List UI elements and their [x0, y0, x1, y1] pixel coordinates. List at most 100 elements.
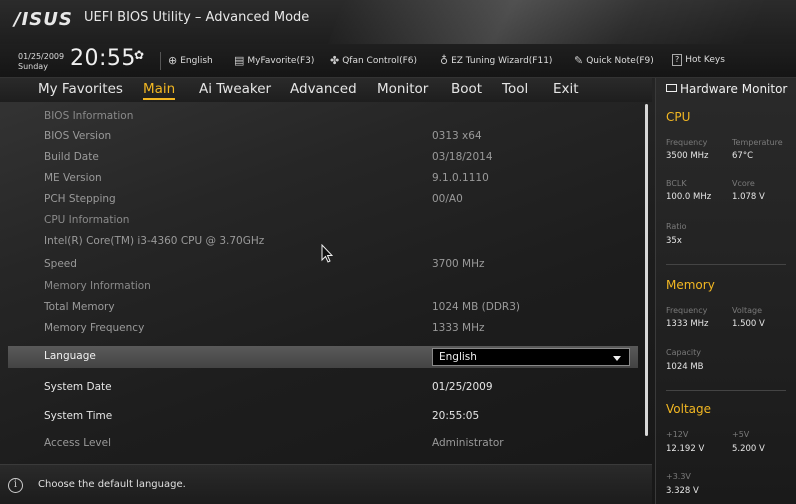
- qfan-control-button[interactable]: ✤ Qfan Control(F6): [330, 54, 417, 67]
- capacity-label: Capacity: [666, 348, 701, 357]
- cpu-frequency-value: 3500 MHz: [666, 151, 709, 161]
- info-row-pch-stepping: PCH Stepping 00/A0: [0, 189, 640, 211]
- system-date-field[interactable]: 01/25/2009: [432, 381, 493, 393]
- row-label: System Time: [44, 410, 113, 422]
- row-label: PCH Stepping: [44, 193, 116, 205]
- hot-keys-label: Hot Keys: [685, 55, 725, 65]
- row-label: Intel(R) Core(TM) i3-4360 CPU @ 3.70GHz: [44, 235, 265, 247]
- asus-logo: /ISUS: [14, 9, 73, 30]
- memory-voltage-value: 1.500 V: [732, 319, 765, 329]
- vcore-value: 1.078 V: [732, 192, 765, 202]
- row-label: BIOS Version: [44, 130, 112, 142]
- v33-label: +3.3V: [666, 472, 691, 481]
- system-time-field[interactable]: 20:55:05: [432, 410, 479, 422]
- voltage-section-title: Voltage: [666, 402, 712, 416]
- section-title: Memory Information: [44, 280, 151, 292]
- language-button[interactable]: ⊕ English: [168, 54, 213, 67]
- hardware-monitor-title: Hardware Monitor: [666, 82, 787, 96]
- section-header-bios: BIOS Information: [0, 106, 640, 128]
- cpu-frequency-label: Frequency: [666, 138, 708, 147]
- clock: 20:55: [70, 46, 136, 71]
- quick-note-label: Quick Note(F9): [586, 55, 654, 66]
- quick-note-button[interactable]: ✎ Quick Note(F9): [574, 54, 654, 67]
- note-icon: ✎: [574, 54, 584, 67]
- date-text: 01/25/2009: [18, 52, 65, 61]
- tab-exit[interactable]: Exit: [553, 81, 579, 97]
- myfavorite-button[interactable]: ▤ MyFavorite(F3): [234, 54, 314, 67]
- divider: [666, 264, 786, 265]
- hardware-monitor-panel: Hardware Monitor CPU Frequency Temperatu…: [655, 78, 796, 504]
- ez-tuning-wizard-button[interactable]: ♁ EZ Tuning Wizard(F11): [440, 54, 552, 67]
- info-row-access-level: Access Level Administrator: [0, 433, 640, 455]
- myfavorite-label: MyFavorite(F3): [247, 55, 315, 66]
- row-value: 00/A0: [432, 193, 463, 205]
- system-date-row[interactable]: System Date 01/25/2009: [0, 377, 640, 399]
- v5-label: +5V: [732, 430, 750, 439]
- divider: [160, 52, 161, 70]
- mouse-cursor-icon: [321, 244, 333, 263]
- bclk-value: 100.0 MHz: [666, 192, 712, 202]
- cpu-temperature-value: 67°C: [732, 151, 754, 161]
- info-row-total-memory: Total Memory 1024 MB (DDR3): [0, 297, 640, 319]
- row-label: Access Level: [44, 437, 111, 449]
- favorite-list-icon: ▤: [234, 54, 245, 67]
- tab-advanced[interactable]: Advanced: [290, 81, 357, 97]
- row-label: Build Date: [44, 151, 99, 163]
- v33-value: 3.328 V: [666, 486, 699, 496]
- memory-frequency-label: Frequency: [666, 306, 708, 315]
- title-bar: /ISUS UEFI BIOS Utility – Advanced Mode: [0, 0, 796, 44]
- info-row-memory-frequency: Memory Frequency 1333 MHz: [0, 318, 640, 340]
- keyboard-icon: ?: [672, 54, 683, 66]
- bios-window: /ISUS UEFI BIOS Utility – Advanced Mode …: [0, 0, 796, 504]
- info-row-cpu-name: Intel(R) Core(TM) i3-4360 CPU @ 3.70GHz: [0, 231, 640, 253]
- help-bar: i Choose the default language.: [0, 464, 652, 504]
- language-select[interactable]: English: [432, 348, 630, 366]
- bclk-label: BCLK: [666, 179, 687, 188]
- row-value: 0313 x64: [432, 130, 482, 142]
- section-header-memory: Memory Information: [0, 276, 640, 298]
- tab-ai-tweaker[interactable]: Ai Tweaker: [199, 81, 271, 97]
- divider: [666, 390, 786, 391]
- tab-boot[interactable]: Boot: [451, 81, 482, 97]
- ez-tuning-label: EZ Tuning Wizard(F11): [451, 55, 553, 66]
- vcore-label: Vcore: [732, 179, 755, 188]
- scrollbar[interactable]: [645, 104, 648, 436]
- info-row-me-version: ME Version 9.1.0.1110: [0, 168, 640, 190]
- memory-section-title: Memory: [666, 278, 715, 292]
- row-label: Language: [44, 350, 96, 362]
- language-select-value: English: [439, 351, 477, 363]
- tab-my-favorites[interactable]: My Favorites: [38, 81, 123, 97]
- app-title: UEFI BIOS Utility – Advanced Mode: [84, 10, 310, 25]
- v12-value: 12.192 V: [666, 444, 705, 454]
- hardware-monitor-label: Hardware Monitor: [680, 82, 788, 96]
- gear-icon[interactable]: ✿: [134, 48, 144, 62]
- info-bar: 01/25/2009 Sunday 20:55 ✿ ⊕ English ▤ My…: [0, 44, 796, 78]
- info-row-build-date: Build Date 03/18/2014: [0, 147, 640, 169]
- info-icon: i: [8, 478, 23, 493]
- tab-tool[interactable]: Tool: [502, 81, 528, 97]
- capacity-value: 1024 MB: [666, 362, 704, 372]
- qfan-label: Qfan Control(F6): [342, 55, 418, 66]
- language-setting-row[interactable]: Language English: [8, 346, 638, 368]
- chevron-down-icon: [613, 356, 621, 361]
- v12-label: +12V: [666, 430, 689, 439]
- v5-value: 5.200 V: [732, 444, 765, 454]
- tab-monitor[interactable]: Monitor: [377, 81, 428, 97]
- globe-icon: ⊕: [168, 54, 178, 67]
- system-time-row[interactable]: System Time 20:55:05: [0, 406, 640, 428]
- cpu-section-title: CPU: [666, 110, 691, 124]
- main-content: BIOS Information BIOS Version 0313 x64 B…: [0, 104, 652, 460]
- ratio-label: Ratio: [666, 222, 687, 231]
- hot-keys-button[interactable]: ? Hot Keys: [672, 54, 725, 66]
- menu-bar: My Favorites Main Ai Tweaker Advanced Mo…: [0, 78, 652, 102]
- language-label: English: [180, 55, 213, 66]
- row-label: System Date: [44, 381, 112, 393]
- memory-frequency-value: 1333 MHz: [666, 319, 709, 329]
- row-label: ME Version: [44, 172, 102, 184]
- ratio-value: 35x: [666, 236, 682, 246]
- cpu-temperature-label: Temperature: [732, 138, 783, 147]
- fan-icon: ✤: [330, 54, 340, 67]
- tab-main[interactable]: Main: [143, 81, 176, 100]
- info-row-bios-version: BIOS Version 0313 x64: [0, 126, 640, 148]
- light-streak-decoration: [327, 0, 765, 44]
